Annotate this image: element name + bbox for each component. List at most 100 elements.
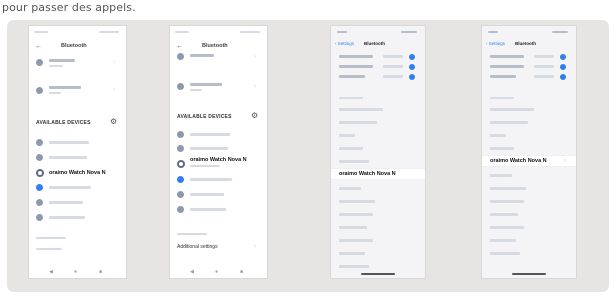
device-row-item[interactable] — [490, 213, 518, 216]
device-row-item[interactable] — [490, 239, 516, 242]
status-bar-icons — [240, 31, 260, 33]
status-bar-icons — [401, 31, 417, 33]
device-pairing-status — [190, 165, 220, 167]
status-bar-time — [488, 31, 498, 33]
device-icon — [36, 184, 43, 191]
device-row-item[interactable] — [339, 108, 383, 111]
device-icon — [36, 139, 43, 146]
device-row-item[interactable] — [49, 186, 91, 189]
other-devices-header — [490, 97, 514, 99]
device-row-item[interactable] — [49, 216, 85, 219]
nav-home-icon[interactable]: ● — [74, 269, 77, 275]
screen-title: Bluetooth — [61, 43, 87, 49]
connection-status — [383, 65, 403, 68]
device-row-item[interactable] — [339, 213, 373, 216]
device-row-item[interactable] — [339, 134, 355, 137]
info-icon[interactable] — [560, 64, 566, 70]
back-label: Settings — [488, 41, 506, 46]
device-icon — [36, 154, 43, 161]
device-row-item[interactable] — [490, 147, 514, 150]
additional-settings-row[interactable]: Additional settings — [177, 244, 218, 250]
device-row-item[interactable] — [490, 121, 528, 124]
my-device-name[interactable] — [490, 65, 524, 68]
device-row-item[interactable] — [190, 208, 226, 211]
device-row-item[interactable] — [339, 160, 369, 163]
back-arrow-icon[interactable]: ← — [176, 43, 183, 50]
device-row-oraimo-watch[interactable]: oraimo Watch Nova N — [339, 171, 396, 177]
device-row-item[interactable] — [339, 147, 363, 150]
device-row-item[interactable] — [490, 226, 524, 229]
available-devices-header: AVAILABLE DEVICES — [177, 114, 232, 120]
settings-back-button[interactable]: ‹ Settings — [335, 41, 354, 46]
home-indicator[interactable] — [512, 273, 546, 275]
device-row-item[interactable] — [190, 133, 230, 136]
info-icon[interactable] — [409, 74, 415, 80]
device-row-item[interactable] — [190, 178, 232, 181]
device-row-item[interactable] — [49, 201, 83, 204]
page-caption: pour passer des appels. — [2, 1, 136, 14]
home-indicator[interactable] — [361, 273, 395, 275]
device-row-item[interactable] — [339, 226, 367, 229]
status-bar-time — [34, 31, 48, 33]
back-arrow-icon[interactable]: ← — [35, 43, 42, 50]
refresh-icon[interactable]: ⚙ — [110, 118, 117, 126]
device-row-oraimo-watch[interactable]: oraimo Watch Nova N — [490, 158, 547, 164]
chevron-right-icon[interactable]: › — [113, 87, 115, 93]
device-icon — [177, 145, 184, 152]
setting-row[interactable] — [36, 248, 62, 250]
my-device-name[interactable] — [490, 55, 524, 58]
device-row-item[interactable] — [490, 174, 512, 177]
nav-back-icon[interactable]: ◀ — [49, 269, 53, 275]
settings-back-button[interactable]: ‹ Settings — [486, 41, 505, 46]
device-row-item[interactable] — [339, 265, 369, 268]
nav-recent-icon[interactable]: ■ — [99, 269, 102, 275]
connection-status — [534, 55, 554, 58]
status-bar-time — [175, 31, 189, 33]
info-icon[interactable] — [409, 64, 415, 70]
spinner-icon: › — [564, 158, 566, 164]
connection-status — [534, 65, 554, 68]
device-row-oraimo-watch[interactable]: oraimo Watch Nova N — [49, 170, 106, 176]
nav-recent-icon[interactable]: ■ — [240, 269, 243, 275]
back-label: Settings — [337, 41, 355, 46]
other-devices-header — [339, 97, 363, 99]
device-row-item[interactable] — [339, 200, 375, 203]
nav-back-icon[interactable]: ◀ — [190, 269, 194, 275]
my-device-name[interactable] — [339, 65, 373, 68]
chevron-right-icon[interactable]: › — [254, 244, 256, 250]
device-row-item[interactable] — [49, 141, 89, 144]
device-row-item[interactable] — [190, 193, 224, 196]
paired-device-name — [190, 83, 222, 86]
device-row-item[interactable] — [339, 187, 361, 190]
device-row-item[interactable] — [490, 200, 524, 203]
nav-home-icon[interactable]: ● — [215, 269, 218, 275]
info-icon[interactable] — [560, 54, 566, 60]
chevron-right-icon[interactable]: › — [113, 60, 115, 66]
connection-status — [383, 75, 403, 78]
watch-icon — [36, 169, 44, 177]
device-row-item[interactable] — [339, 252, 365, 255]
chevron-right-icon[interactable]: › — [254, 84, 256, 90]
device-row-item[interactable] — [490, 252, 520, 255]
my-device-name[interactable] — [490, 75, 516, 78]
my-device-name[interactable] — [339, 55, 373, 58]
watch-icon — [177, 160, 185, 168]
device-row-item[interactable] — [190, 147, 228, 150]
chevron-right-icon[interactable]: › — [254, 54, 256, 60]
info-icon[interactable] — [560, 74, 566, 80]
screen-title: Bluetooth — [364, 41, 385, 46]
device-row-oraimo-watch[interactable]: oraimo Watch Nova N — [190, 157, 247, 163]
device-row-item[interactable] — [490, 187, 526, 190]
device-row-item[interactable] — [339, 239, 373, 242]
connection-status — [383, 55, 403, 58]
device-row-item[interactable] — [339, 121, 377, 124]
section-label — [36, 237, 66, 239]
refresh-icon[interactable]: ⚙ — [251, 112, 258, 120]
device-row-item[interactable] — [49, 156, 87, 159]
device-row-item[interactable] — [490, 108, 534, 111]
device-row-item[interactable] — [490, 134, 506, 137]
status-bar-icons — [99, 31, 119, 33]
info-icon[interactable] — [409, 54, 415, 60]
my-device-name[interactable] — [339, 75, 365, 78]
paired-device-status — [49, 92, 61, 94]
